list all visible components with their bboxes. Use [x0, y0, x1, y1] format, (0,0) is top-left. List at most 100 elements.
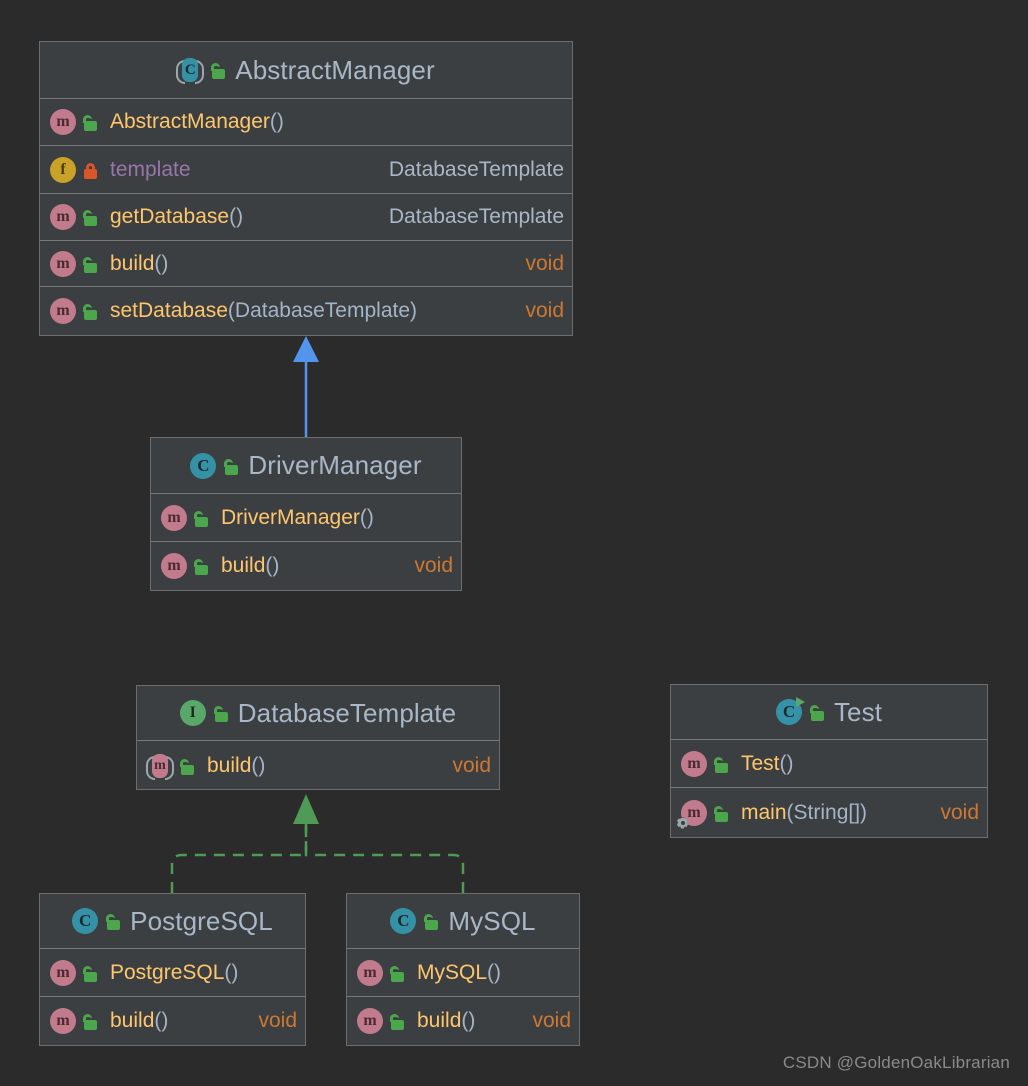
abstract-method-icon: m	[146, 753, 174, 780]
member-name: Test	[741, 751, 780, 775]
static-badge-icon	[677, 817, 688, 829]
method-icon: m	[161, 504, 187, 531]
member-name: main	[741, 800, 787, 824]
method-icon: m	[357, 1008, 383, 1034]
member-params: ()	[154, 251, 169, 275]
public-unlocked-icon	[210, 60, 228, 80]
static-method-icon: m	[677, 799, 707, 829]
member-type: void	[452, 753, 491, 777]
member-name: build	[110, 251, 155, 275]
member-type: void	[525, 298, 564, 322]
member-name: AbstractManager	[110, 110, 270, 133]
public-unlocked-icon	[223, 456, 241, 476]
interface-icon: I	[179, 700, 206, 726]
method-icon: m	[161, 553, 187, 579]
uml-class-drivermanager[interactable]: C DriverManager m DriverManager() m buil…	[150, 437, 462, 591]
method-icon: m	[50, 959, 76, 986]
uml-class-databasetemplate[interactable]: I DatabaseTemplate m build() void	[136, 685, 500, 790]
member-params: ()	[359, 505, 374, 529]
public-unlocked-icon	[423, 911, 441, 931]
member-type: DatabaseTemplate	[388, 157, 564, 181]
uml-class-title: PostgreSQL	[130, 905, 273, 936]
member-type: void	[532, 1009, 571, 1032]
uml-class-header: C MySQL	[347, 894, 579, 949]
uml-class-header: C Test	[671, 685, 987, 740]
uml-class-test[interactable]: C Test m Test() m main(String[]) void	[670, 684, 988, 838]
uml-member-row[interactable]: m PostgreSQL()	[40, 949, 305, 997]
runnable-class-icon: C	[775, 697, 805, 725]
member-params: ()	[265, 554, 280, 577]
member-params: ()	[154, 1009, 169, 1032]
method-icon: m	[50, 297, 76, 324]
public-unlocked-icon	[193, 556, 211, 576]
relation-realization-postgresql-databasetemplate	[170, 822, 308, 893]
member-name: build	[417, 1009, 462, 1032]
uml-member-row[interactable]: m build() void	[151, 542, 461, 590]
public-unlocked-icon	[82, 112, 100, 132]
member-type: void	[940, 800, 979, 824]
public-unlocked-icon	[389, 963, 407, 983]
member-name: MySQL	[417, 960, 488, 984]
private-locked-icon	[82, 160, 100, 180]
abstract-class-icon: C	[176, 57, 205, 84]
uml-member-row[interactable]: m getDatabase() DatabaseTemplate	[40, 194, 572, 241]
uml-member-row[interactable]: m AbstractManager()	[40, 99, 572, 146]
public-unlocked-icon	[713, 754, 731, 774]
public-unlocked-icon	[809, 702, 827, 722]
uml-member-row[interactable]: m build() void	[40, 241, 572, 287]
member-params: (String[])	[786, 800, 868, 824]
uml-class-postgresql[interactable]: C PostgreSQL m PostgreSQL() m build() vo…	[39, 893, 306, 1046]
public-unlocked-icon	[105, 911, 123, 931]
member-params: ()	[779, 751, 794, 775]
uml-class-diagram-canvas: C AbstractManager m AbstractManager() f	[0, 0, 1028, 1086]
member-type: void	[414, 554, 453, 577]
public-unlocked-icon	[82, 207, 100, 227]
uml-class-header: C DriverManager	[151, 438, 461, 494]
uml-class-header: C PostgreSQL	[40, 894, 305, 949]
uml-class-abstractmanager[interactable]: C AbstractManager m AbstractManager() f	[39, 41, 573, 336]
public-unlocked-icon	[193, 508, 211, 528]
uml-class-header: I DatabaseTemplate	[137, 686, 499, 741]
member-type: void	[525, 251, 564, 275]
watermark-text: CSDN @GoldenOakLibrarian	[782, 1053, 1010, 1072]
uml-member-row[interactable]: m build() void	[40, 997, 305, 1045]
member-params: ()	[251, 753, 266, 777]
uml-member-row[interactable]: m MySQL()	[347, 949, 579, 997]
method-icon: m	[50, 1008, 76, 1034]
public-unlocked-icon	[82, 301, 100, 321]
method-icon: m	[50, 109, 76, 135]
realization-arrow-triangle	[293, 794, 319, 824]
uml-class-title: DatabaseTemplate	[237, 697, 457, 728]
member-params: ()	[224, 960, 239, 984]
uml-class-title: AbstractManager	[235, 54, 435, 85]
uml-member-row[interactable]: m build() void	[347, 997, 579, 1045]
uml-member-row[interactable]: f template DatabaseTemplate	[40, 146, 572, 194]
public-unlocked-icon	[179, 756, 197, 776]
member-name: PostgreSQL	[110, 960, 225, 984]
member-type: void	[258, 1009, 297, 1032]
uml-member-row[interactable]: m main(String[]) void	[671, 788, 987, 837]
uml-member-row[interactable]: m Test()	[671, 740, 987, 788]
public-unlocked-icon	[213, 703, 231, 723]
public-unlocked-icon	[713, 803, 731, 823]
uml-member-row[interactable]: m build() void	[137, 741, 499, 790]
class-icon: C	[190, 452, 217, 479]
uml-class-mysql[interactable]: C MySQL m MySQL() m build() void	[346, 893, 580, 1046]
class-icon: C	[390, 908, 417, 934]
member-params: (DatabaseTemplate)	[227, 298, 418, 322]
member-params: ()	[461, 1009, 476, 1032]
public-unlocked-icon	[82, 963, 100, 983]
uml-class-title: MySQL	[448, 905, 536, 936]
public-unlocked-icon	[82, 254, 100, 274]
uml-class-title: DriverManager	[248, 450, 422, 480]
public-unlocked-icon	[82, 1011, 100, 1031]
uml-member-row[interactable]: m setDatabase(DatabaseTemplate) void	[40, 287, 572, 334]
uml-member-row[interactable]: m DriverManager()	[151, 494, 461, 542]
member-name: build	[110, 1009, 155, 1032]
class-icon: C	[72, 908, 99, 934]
member-type: DatabaseTemplate	[388, 205, 564, 228]
member-name: template	[110, 157, 191, 181]
member-name: setDatabase	[110, 298, 228, 322]
uml-class-header: C AbstractManager	[40, 42, 572, 99]
method-icon: m	[50, 250, 76, 277]
